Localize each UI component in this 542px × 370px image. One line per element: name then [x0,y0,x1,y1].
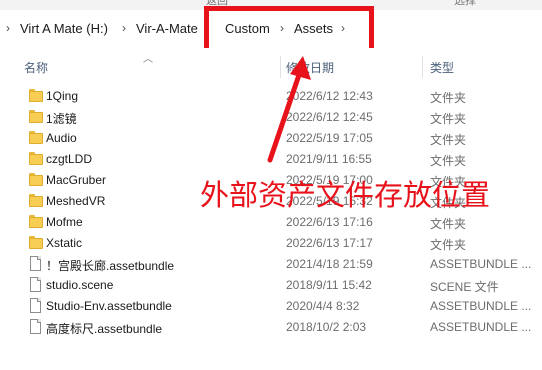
file-row[interactable]: 1Qing 2022/6/12 12:43 文件夹 [0,86,542,107]
file-icon [29,298,43,314]
file-name: MeshedVR [46,194,106,208]
file-date: 2022/6/13 17:16 [286,215,373,229]
file-type: 文件夹 [430,154,467,168]
file-type: 文件夹 [430,112,467,126]
breadcrumb-root-chevron-icon[interactable]: › [6,21,10,35]
file-name: 高度标尺.assetbundle [46,322,163,336]
file-date: 2022/6/12 12:43 [286,89,373,103]
file-date: 2018/10/2 2:03 [286,320,367,334]
file-type: ASSETBUNDLE ... [430,320,532,334]
folder-icon [29,151,43,167]
folder-icon [29,214,43,230]
sort-caret-icon: ︿ [143,54,153,65]
file-name: ！宫殿长廊.assetbundle [46,259,175,273]
file-type: 文件夹 [430,217,467,231]
column-divider[interactable] [280,56,281,78]
file-row[interactable]: ！宫殿长廊.assetbundle 2021/4/18 21:59 ASSETB… [0,254,542,275]
file-type: 文件夹 [430,238,467,252]
file-row[interactable]: Audio 2022/5/19 17:05 文件夹 [0,128,542,149]
file-row[interactable]: Mofme 2022/6/13 17:16 文件夹 [0,212,542,233]
file-type: 文件夹 [430,91,467,105]
annotation-label: 外部资产文件存放位置 [200,178,491,212]
column-header-name[interactable]: 名称 [24,59,48,76]
file-date: 2022/5/19 17:05 [286,131,373,145]
file-name: studio.scene [46,278,114,292]
folder-icon [29,193,43,209]
file-type: SCENE 文件 [430,280,499,294]
file-icon [29,319,43,335]
file-row[interactable]: 1滤镜 2022/6/12 12:45 文件夹 [0,107,542,128]
file-name: Xstatic [46,236,83,250]
file-icon [29,277,43,293]
file-icon [29,256,43,272]
file-date: 2022/6/12 12:45 [286,110,373,124]
column-header-type[interactable]: 类型 [430,59,454,76]
file-date: 2021/4/18 21:59 [286,257,373,271]
breadcrumb-item-drive[interactable]: Virt A Mate (H:) [20,21,108,36]
column-divider[interactable] [422,56,423,78]
file-name: Mofme [46,215,83,229]
annotation-highlight-box [204,6,374,54]
file-name: 1滤镜 [46,112,77,126]
file-name: Audio [46,131,77,145]
folder-icon [29,235,43,251]
file-name: 1Qing [46,89,79,103]
ribbon-partial-label-right: 选择 [454,0,476,7]
breadcrumb-separator-icon[interactable]: › [122,21,126,35]
file-row[interactable]: studio.scene 2018/9/11 15:42 SCENE 文件 [0,275,542,296]
file-row[interactable]: czgtLDD 2021/9/11 16:55 文件夹 [0,149,542,170]
file-date: 2021/9/11 16:55 [286,152,372,166]
file-date: 2018/9/11 15:42 [286,278,372,292]
file-row[interactable]: Xstatic 2022/6/13 17:17 文件夹 [0,233,542,254]
file-date: 2020/4/4 8:32 [286,299,360,313]
folder-icon [29,109,43,125]
file-name: czgtLDD [46,152,93,166]
file-name: Studio-Env.assetbundle [46,299,172,313]
file-row[interactable]: Studio-Env.assetbundle 2020/4/4 8:32 ASS… [0,296,542,317]
file-name: MacGruber [46,173,107,187]
column-header: ︿ 名称 修改日期 类型 [0,48,542,80]
file-row[interactable]: 高度标尺.assetbundle 2018/10/2 2:03 ASSETBUN… [0,317,542,338]
folder-icon [29,88,43,104]
folder-icon [29,130,43,146]
folder-icon [29,172,43,188]
file-type: ASSETBUNDLE ... [430,257,532,271]
file-type: ASSETBUNDLE ... [430,299,532,313]
file-type: 文件夹 [430,133,467,147]
breadcrumb-item-vir-a-mate[interactable]: Vir-A-Mate [136,21,198,36]
file-date: 2022/6/13 17:17 [286,236,373,250]
column-header-date[interactable]: 修改日期 [286,59,334,76]
